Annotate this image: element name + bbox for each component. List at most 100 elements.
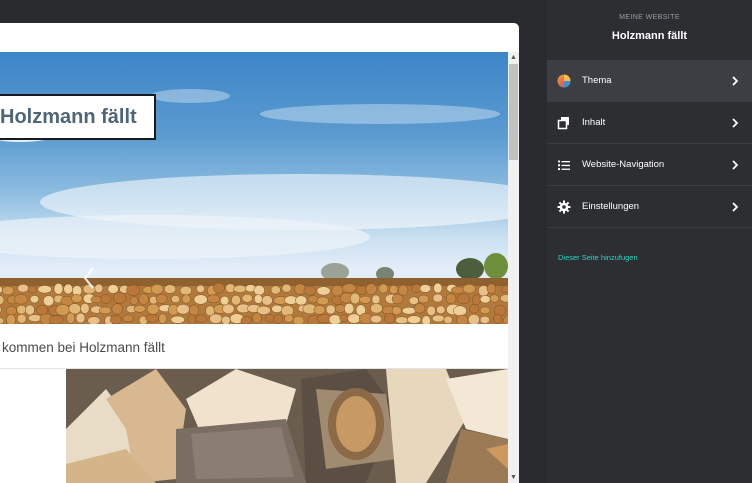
log-end xyxy=(493,304,506,317)
log-end xyxy=(334,304,346,313)
hero-image-woodpile xyxy=(0,89,508,324)
log-end xyxy=(292,315,305,324)
log-end xyxy=(408,296,419,305)
log-end xyxy=(129,296,139,306)
log-end xyxy=(14,293,28,305)
log-end xyxy=(431,314,445,323)
welcome-heading: kommen bei Holzmann fällt xyxy=(0,324,508,369)
log-end xyxy=(126,284,141,296)
gear-icon xyxy=(557,200,571,214)
log-end xyxy=(347,313,361,324)
pages-icon xyxy=(557,117,569,130)
log-end xyxy=(281,283,292,293)
content-blank-area xyxy=(0,369,66,483)
log-end xyxy=(479,295,491,304)
sidebar-item-website-navigation[interactable]: Website-Navigation xyxy=(547,144,752,186)
log-end xyxy=(66,312,76,324)
scroll-down-icon[interactable]: ▼ xyxy=(508,472,519,483)
log-end xyxy=(133,305,146,313)
log-end xyxy=(240,316,253,324)
log-end xyxy=(486,283,497,294)
split-logs-image xyxy=(66,369,508,483)
log-end xyxy=(36,304,49,316)
log-end xyxy=(231,294,241,306)
hero-slideshow: Holzmann fällt xyxy=(0,52,508,324)
log-end xyxy=(195,314,208,323)
log-end xyxy=(94,283,104,293)
log-end xyxy=(171,295,180,304)
editor-sidebar: MEINE WEBSITE Holzmann fällt Thema Inhal… xyxy=(547,0,752,483)
log-end xyxy=(316,286,331,296)
log-end xyxy=(313,305,326,315)
log-end xyxy=(193,294,208,305)
website-preview: Holzmann fällt kommen bei Holzmann fällt… xyxy=(0,23,519,483)
log-end xyxy=(479,315,490,324)
log-end xyxy=(414,303,426,314)
log-end xyxy=(456,293,470,305)
log-end xyxy=(397,284,409,296)
log-end xyxy=(432,293,443,303)
log-end xyxy=(370,314,383,324)
scroll-thumb[interactable] xyxy=(509,64,518,160)
log-end xyxy=(63,283,73,295)
log-end xyxy=(158,313,167,324)
sidebar-item-inhalt[interactable]: Inhalt xyxy=(547,102,752,144)
log-end xyxy=(500,285,508,294)
log-end xyxy=(370,303,383,314)
log-end xyxy=(479,306,491,315)
log-end xyxy=(209,313,223,324)
log-end xyxy=(359,295,372,304)
log-end xyxy=(6,314,16,324)
list-icon xyxy=(558,160,570,171)
log-end xyxy=(155,293,168,304)
log-end xyxy=(436,305,446,315)
log-end xyxy=(27,285,38,294)
log-end xyxy=(316,296,329,306)
log-end xyxy=(110,314,122,324)
site-title-box[interactable]: Holzmann fällt xyxy=(0,94,156,140)
log-end xyxy=(418,294,430,304)
log-end xyxy=(75,312,86,324)
scroll-up-icon[interactable]: ▲ xyxy=(508,52,519,63)
log-end xyxy=(462,283,476,294)
sidebar-item-label: Inhalt xyxy=(582,117,606,128)
firewood-image xyxy=(66,369,508,483)
log-end xyxy=(82,284,96,295)
sidebar-item-label: Thema xyxy=(582,75,612,86)
log-end xyxy=(489,294,500,303)
log-end xyxy=(241,293,253,303)
log-end xyxy=(17,283,29,293)
log-end xyxy=(389,284,399,295)
log-end xyxy=(196,284,205,293)
log-end xyxy=(170,315,185,324)
log-end xyxy=(213,282,225,294)
log-end xyxy=(253,285,265,296)
sidebar-header: MEINE WEBSITE Holzmann fällt xyxy=(547,0,752,60)
log-end xyxy=(29,295,40,304)
log-end xyxy=(391,293,404,305)
log-end xyxy=(163,284,177,294)
log-end xyxy=(252,312,262,324)
sidebar-item-einstellungen[interactable]: Einstellungen xyxy=(547,186,752,228)
log-end xyxy=(122,314,134,323)
log-end xyxy=(233,284,247,293)
log-end xyxy=(90,295,102,304)
log-end xyxy=(273,314,283,324)
log-end xyxy=(270,285,281,295)
log-end xyxy=(359,312,373,324)
log-end xyxy=(307,295,319,304)
add-to-page-link[interactable]: Dieser Seite hinzufugen xyxy=(558,253,638,262)
log-end xyxy=(27,314,42,322)
preview-scrollbar[interactable]: ▲ ▼ xyxy=(508,52,519,483)
sidebar-item-thema[interactable]: Thema xyxy=(547,60,752,102)
chevron-right-icon xyxy=(732,202,739,212)
log-end xyxy=(112,292,127,304)
log-end xyxy=(469,304,480,314)
sidebar-menu: Thema Inhalt Website-Navigation Einstell… xyxy=(547,60,752,228)
log-end xyxy=(443,315,453,324)
log-end xyxy=(49,315,64,324)
sidebar-eyebrow: MEINE WEBSITE xyxy=(619,14,680,21)
log-end xyxy=(456,314,469,324)
log-end xyxy=(71,294,83,303)
log-end xyxy=(16,304,27,315)
